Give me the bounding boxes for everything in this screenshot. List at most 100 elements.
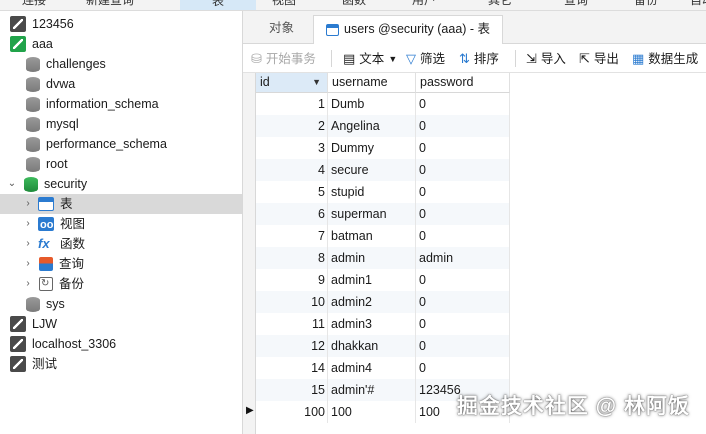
table-cell-password[interactable]: 0 — [416, 269, 510, 291]
table-row[interactable]: 3 Dummy 0 — [256, 137, 510, 159]
tree-db-mysql[interactable]: mysql — [26, 114, 79, 134]
table-cell-password[interactable]: 0 — [416, 159, 510, 181]
tree-connection-ljw[interactable]: LJW — [10, 314, 57, 334]
table-cell-username[interactable]: admin3 — [328, 313, 416, 335]
tree-db-sys[interactable]: sys — [26, 294, 65, 314]
menu-auto[interactable]: 自动 — [690, 0, 706, 8]
menu-user[interactable]: 用户 — [412, 0, 436, 8]
table-cell-password[interactable]: 0 — [416, 291, 510, 313]
table-cell-password[interactable]: 0 — [416, 137, 510, 159]
table-row[interactable]: 9 admin1 0 — [256, 269, 510, 291]
table-cell-id[interactable]: 8 — [256, 247, 328, 269]
tree-db-information-schema[interactable]: information_schema — [26, 94, 159, 114]
table-cell-username[interactable]: 100 — [328, 401, 416, 423]
sort-button[interactable]: ⇅ 排序 — [459, 49, 499, 69]
menu-query[interactable]: 查询 — [564, 0, 588, 8]
table-cell-password[interactable]: 0 — [416, 313, 510, 335]
table-row[interactable]: 10 admin2 0 — [256, 291, 510, 313]
chevron-right-icon[interactable]: › — [22, 274, 34, 294]
tree-db-challenges[interactable]: challenges — [26, 54, 106, 74]
filter-button[interactable]: ▽ 筛选 — [406, 49, 445, 69]
chevron-right-icon[interactable]: › — [22, 254, 34, 274]
table-cell-id[interactable]: 15 — [256, 379, 328, 401]
begin-transaction-button[interactable]: ⛁ 开始事务 — [251, 49, 316, 69]
table-row[interactable]: 1 Dumb 0 — [256, 93, 510, 115]
table-cell-password[interactable]: 0 — [416, 335, 510, 357]
table-cell-id[interactable]: 6 — [256, 203, 328, 225]
export-button[interactable]: ⇱ 导出 — [579, 49, 619, 69]
table-cell-id[interactable]: 9 — [256, 269, 328, 291]
tree-db-root[interactable]: root — [26, 154, 68, 174]
table-row[interactable]: 4 secure 0 — [256, 159, 510, 181]
table-row[interactable]: 7 batman 0 — [256, 225, 510, 247]
menu-connect[interactable]: 连接 — [22, 0, 46, 8]
menu-view[interactable]: 视图 — [272, 0, 296, 8]
import-button[interactable]: ⇲ 导入 — [526, 49, 566, 69]
table-cell-username[interactable]: Dummy — [328, 137, 416, 159]
menu-function[interactable]: 函数 — [342, 0, 366, 8]
table-cell-id[interactable]: 11 — [256, 313, 328, 335]
data-generation-button[interactable]: ▦ 数据生成 — [632, 49, 698, 69]
table-cell-id[interactable]: 4 — [256, 159, 328, 181]
table-cell-username[interactable]: dhakkan — [328, 335, 416, 357]
chevron-right-icon[interactable]: › — [22, 194, 34, 214]
tab-users-table[interactable]: users @security (aaa) - 表 — [313, 15, 504, 44]
table-cell-password[interactable]: 0 — [416, 115, 510, 137]
tree-backups[interactable]: › 备份 — [22, 274, 84, 294]
tree-db-security[interactable]: ⌄ security — [6, 174, 87, 194]
table-cell-id[interactable]: 12 — [256, 335, 328, 357]
table-cell-username[interactable]: admin1 — [328, 269, 416, 291]
table-cell-id[interactable]: 7 — [256, 225, 328, 247]
table-cell-id[interactable]: 2 — [256, 115, 328, 137]
table-cell-password[interactable]: 0 — [416, 357, 510, 379]
table-row[interactable]: 2 Angelina 0 — [256, 115, 510, 137]
tree-tables[interactable]: › 表 — [0, 194, 242, 214]
table-cell-username[interactable]: secure — [328, 159, 416, 181]
table-cell-username[interactable]: admin4 — [328, 357, 416, 379]
sort-desc-icon[interactable]: ▼ — [312, 73, 321, 92]
tree-connection-localhost[interactable]: localhost_3306 — [10, 334, 116, 354]
table-cell-username[interactable]: stupid — [328, 181, 416, 203]
tree-connection-123456[interactable]: 123456 — [10, 14, 74, 34]
table-cell-password[interactable]: 0 — [416, 203, 510, 225]
table-row[interactable]: 14 admin4 0 — [256, 357, 510, 379]
table-cell-id[interactable]: 3 — [256, 137, 328, 159]
table-cell-id[interactable]: 100 — [256, 401, 328, 423]
table-cell-username[interactable]: admin — [328, 247, 416, 269]
tree-functions[interactable]: › fx 函数 — [22, 234, 85, 254]
table-cell-password[interactable]: 0 — [416, 225, 510, 247]
table-cell-id[interactable]: 10 — [256, 291, 328, 313]
table-cell-id[interactable]: 14 — [256, 357, 328, 379]
table-cell-username[interactable]: admin2 — [328, 291, 416, 313]
tree-db-performance-schema[interactable]: performance_schema — [26, 134, 167, 154]
text-button[interactable]: ▤ 文本 ▼ — [343, 49, 397, 69]
table-cell-username[interactable]: admin'# — [328, 379, 416, 401]
table-cell-username[interactable]: superman — [328, 203, 416, 225]
tree-queries[interactable]: › 查询 — [22, 254, 84, 274]
table-row[interactable]: 5 stupid 0 — [256, 181, 510, 203]
table-cell-id[interactable]: 5 — [256, 181, 328, 203]
chevron-right-icon[interactable]: › — [22, 234, 34, 254]
table-cell-username[interactable]: Dumb — [328, 93, 416, 115]
column-header-username[interactable]: username — [328, 73, 416, 93]
tree-views[interactable]: › 视图 — [22, 214, 85, 235]
table-cell-password[interactable]: 0 — [416, 181, 510, 203]
menu-table[interactable]: 表 — [180, 0, 257, 10]
table-cell-id[interactable]: 1 — [256, 93, 328, 115]
table-cell-username[interactable]: Angelina — [328, 115, 416, 137]
table-row[interactable]: 11 admin3 0 — [256, 313, 510, 335]
tree-db-dvwa[interactable]: dvwa — [26, 74, 75, 94]
column-header-password[interactable]: password — [416, 73, 510, 93]
table-row[interactable]: 6 superman 0 — [256, 203, 510, 225]
column-header-id[interactable]: id ▼ — [256, 73, 328, 93]
menu-new-query[interactable]: 新建查询 — [86, 0, 134, 8]
tab-objects[interactable]: 对象 — [257, 15, 306, 44]
table-row[interactable]: 8 admin admin — [256, 247, 510, 269]
tree-connection-aaa[interactable]: aaa — [10, 34, 53, 54]
table-cell-password[interactable]: admin — [416, 247, 510, 269]
menu-backup[interactable]: 备份 — [634, 0, 658, 8]
table-cell-password[interactable]: 0 — [416, 93, 510, 115]
chevron-down-icon[interactable]: ⌄ — [6, 174, 18, 194]
menu-other[interactable]: 其它 — [488, 0, 512, 8]
table-row[interactable]: 12 dhakkan 0 — [256, 335, 510, 357]
